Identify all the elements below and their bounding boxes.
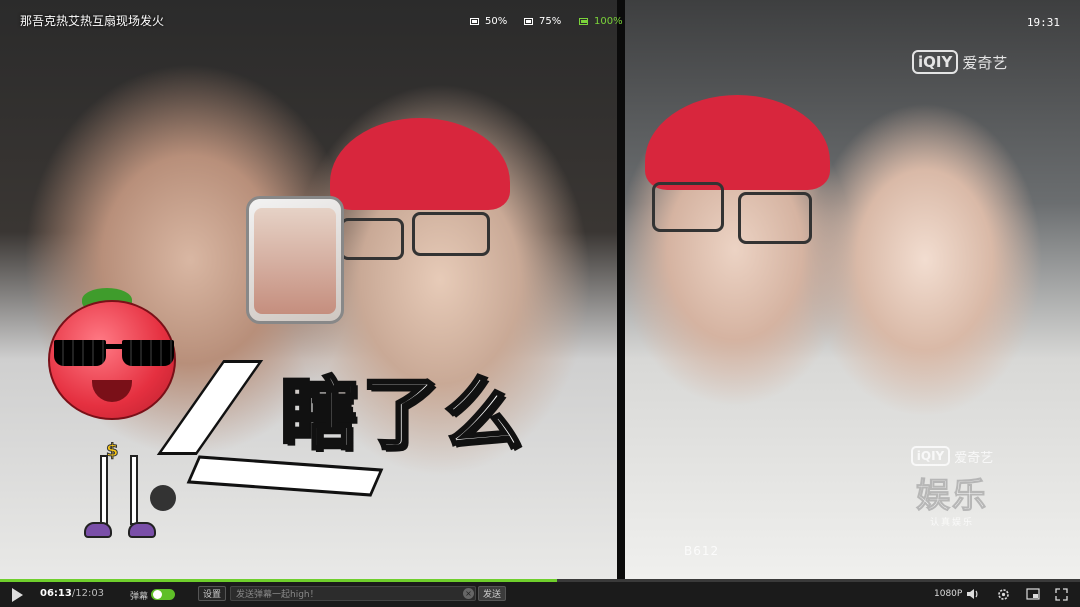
iqiyi-logo: iQIY 爱奇艺 [912,50,1007,74]
quality-label: 75% [539,16,562,27]
iqiyi-entertainment-watermark: iQIY 爱奇艺 娱乐 认真娱乐 [888,446,1016,542]
time-current: 06:13 [40,588,72,599]
screen-size-icon [524,18,533,25]
picture-in-picture-icon[interactable] [1026,587,1040,601]
iqiyi-logo-text: 爱奇艺 [962,53,1008,72]
fullscreen-icon[interactable] [1054,587,1068,601]
clear-input-icon[interactable]: × [463,588,474,599]
quality-option-75[interactable]: 75% [524,16,561,27]
volume-icon[interactable] [966,587,980,601]
resolution-selector[interactable]: 1080P [934,589,962,599]
play-icon[interactable] [12,588,23,602]
sneaker-icon [84,522,112,538]
time-display: 06:13/12:03 [40,588,104,599]
quality-option-100[interactable]: 100% [579,16,623,27]
split-divider [617,0,625,580]
danmu-label: 弹幕 [130,592,149,602]
tomato-leg [100,455,108,525]
phone-screen [254,208,336,314]
entertainment-slogan: 认真娱乐 [929,518,974,528]
danmu-toggle[interactable] [151,589,175,600]
b612-tag: B612 [684,544,720,558]
quality-label: 50% [485,16,508,27]
glasses-frame [652,182,724,232]
entertainment-title: 娱乐 [916,476,988,517]
pixel-sunglasses-icon [54,336,178,370]
quality-label: 100% [594,16,623,27]
time-total: 12:03 [75,588,105,599]
iqiyi-logo-box: iQIY [910,446,951,466]
iqiyi-logo-box: iQIY [912,50,959,74]
quality-option-50[interactable]: 50% [470,16,507,27]
danmu-settings-button[interactable]: 设置 [198,586,226,601]
screen-size-icon [579,18,588,25]
microphone-icon [150,485,176,511]
tomato-leg [130,455,138,525]
glasses-frame [340,218,404,260]
iqiyi-logo-text: 爱奇艺 [954,450,994,466]
glasses-frame [738,192,812,244]
video-player[interactable]: $ 瞎了么 iQIY 爱奇艺 iQIY 爱奇艺 娱乐 认真娱乐 B612 那吾克… [0,0,1080,607]
danmu-input[interactable]: 发送弹幕一起high！ [230,586,476,601]
send-danmu-button[interactable]: 发送 [478,586,506,601]
screen-size-icon [470,18,479,25]
gear-icon[interactable] [996,587,1010,601]
clock: 19:31 [1026,16,1060,29]
sneaker-icon [128,522,156,538]
caption-overlay: 瞎了么 [278,369,527,462]
video-title: 那吾克热艾热互扇现场发火 [20,14,165,28]
glasses-frame [412,212,490,256]
